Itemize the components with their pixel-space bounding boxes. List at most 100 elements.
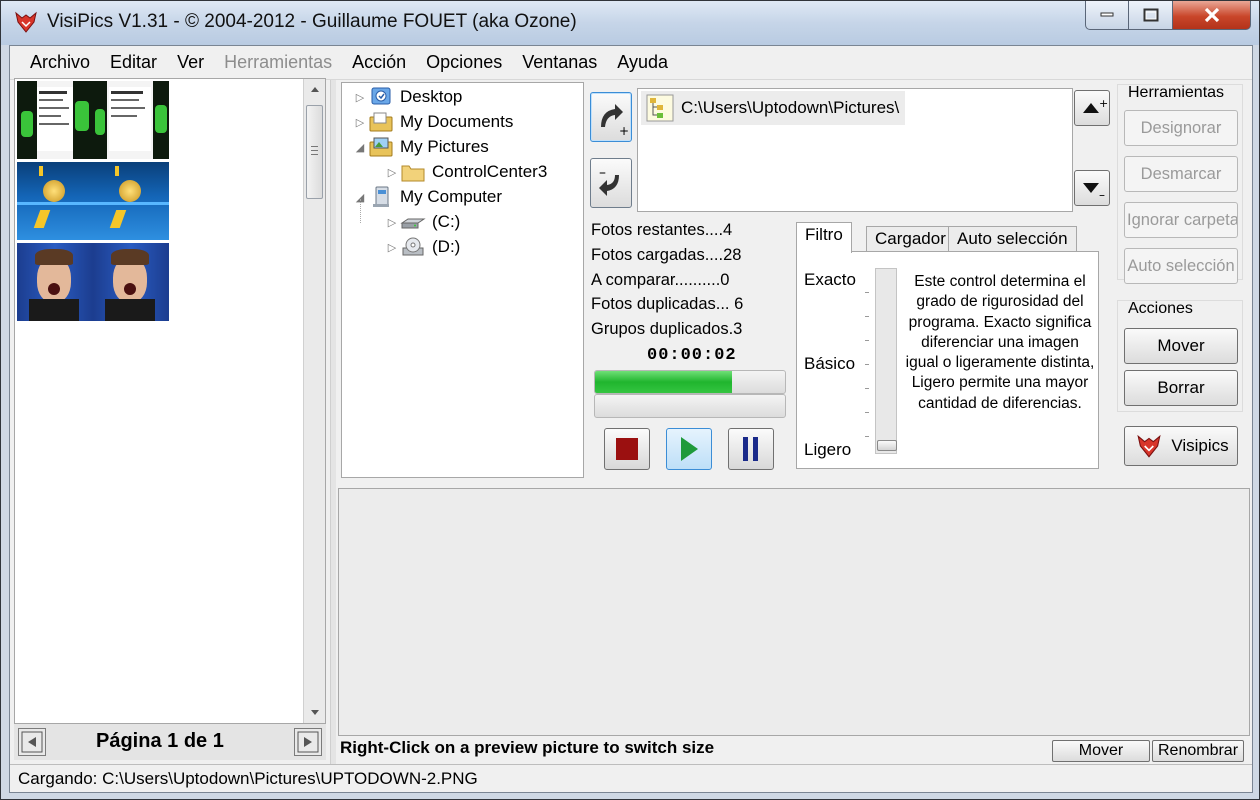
loading-progress-fill — [595, 371, 732, 393]
thumbnail-image[interactable] — [93, 243, 169, 321]
visipics-logo-icon — [1137, 434, 1161, 458]
strictness-slider-track[interactable] — [875, 268, 897, 454]
expand-icon[interactable]: ▷ — [384, 241, 400, 254]
menu-ayuda[interactable]: Ayuda — [607, 52, 678, 73]
loading-progress-bar — [594, 370, 786, 394]
scroll-down-icon[interactable] — [310, 709, 320, 717]
preview-mover-button[interactable]: Mover — [1052, 740, 1150, 762]
thumbnail-image[interactable] — [93, 81, 169, 159]
tree-item-my-pictures[interactable]: ◢ My Pictures — [352, 135, 489, 159]
move-folder-up-button[interactable]: + — [1074, 90, 1110, 126]
thumbnail-pair[interactable] — [17, 162, 169, 240]
app-window: VisiPics V1.31 - © 2004-2012 - Guillaume… — [0, 0, 1260, 800]
tree-item-my-documents[interactable]: ▷ My Documents — [352, 110, 513, 134]
scrollbar-thumb[interactable] — [306, 105, 323, 199]
move-folder-down-button[interactable]: – — [1074, 170, 1110, 206]
play-button[interactable] — [666, 428, 712, 470]
panel-splitter[interactable] — [330, 80, 336, 766]
thumbnail-image[interactable] — [93, 162, 169, 240]
menu-archivo[interactable]: Archivo — [20, 52, 100, 73]
tree-item-drive-c[interactable]: ▷ (C:) — [384, 210, 461, 234]
filtro-panel: Exacto Básico Ligero Este control determ… — [796, 251, 1099, 469]
tree-item-label: My Documents — [400, 112, 514, 131]
thumbnail-image[interactable] — [17, 162, 93, 240]
title-bar[interactable]: VisiPics V1.31 - © 2004-2012 - Guillaume… — [1, 1, 1259, 45]
expand-icon[interactable]: ▷ — [384, 216, 400, 229]
thumbnail-image[interactable] — [17, 243, 93, 321]
collapse-icon[interactable]: ◢ — [352, 141, 368, 154]
menu-ventanas[interactable]: Ventanas — [512, 52, 607, 73]
folder-entry[interactable]: C:\Users\Uptodown\Pictures\ — [641, 91, 906, 125]
tree-item-controlcenter3[interactable]: ▷ ControlCenter3 — [384, 160, 547, 184]
strictness-slider-thumb[interactable] — [877, 440, 897, 451]
add-folder-button[interactable]: + — [590, 92, 632, 142]
scroll-up-icon[interactable] — [310, 85, 320, 93]
thumbnails-scrollbar[interactable] — [303, 79, 325, 723]
designorar-button[interactable]: Designorar — [1124, 110, 1238, 146]
level-basico: Básico — [804, 354, 856, 373]
tree-item-label: Desktop — [400, 87, 463, 106]
svg-text:–: – — [1099, 188, 1105, 202]
level-ligero: Ligero — [804, 440, 852, 459]
thumbnail-pair[interactable] — [17, 81, 169, 159]
stop-icon — [616, 438, 638, 460]
optical-drive-icon — [402, 237, 424, 256]
folder-list[interactable]: C:\Users\Uptodown\Pictures\ — [637, 88, 1073, 212]
page-indicator: Página 1 de 1 — [96, 730, 224, 752]
preview-area[interactable] — [338, 488, 1250, 736]
visipics-button-label: Visipics — [1171, 436, 1229, 455]
menu-bar: Archivo Editar Ver Herramientas Acción O… — [10, 46, 1252, 80]
expand-icon[interactable]: ▷ — [352, 116, 368, 129]
tree-item-my-computer[interactable]: ◢ My Computer — [352, 185, 502, 209]
next-page-icon — [297, 731, 319, 753]
add-folder-arrow-icon: + — [601, 104, 629, 138]
folder-tree[interactable]: ▷ Desktop ▷ My Documents ◢ My Pictures ▷… — [341, 82, 584, 478]
filtro-description: Este control determina el grado de rigur… — [905, 273, 1095, 412]
thumbnail-pair[interactable] — [17, 243, 169, 321]
renombrar-button[interactable]: Renombrar — [1152, 740, 1244, 762]
auto-seleccion-button[interactable]: Auto selección — [1124, 248, 1238, 284]
stop-button[interactable] — [604, 428, 650, 470]
tree-item-desktop[interactable]: ▷ Desktop — [352, 85, 463, 109]
pictures-folder-icon — [369, 137, 393, 157]
thumbnail-panel[interactable] — [14, 78, 326, 724]
maximize-icon — [1143, 8, 1158, 22]
tree-item-drive-d[interactable]: ▷ (D:) — [384, 235, 461, 259]
expand-icon[interactable]: ▷ — [352, 91, 368, 104]
pause-button[interactable] — [728, 428, 774, 470]
thumbnail-image[interactable] — [17, 81, 93, 159]
folder-icon — [401, 165, 425, 182]
svg-text:+: + — [619, 124, 629, 138]
menu-accion[interactable]: Acción — [342, 52, 416, 73]
compare-progress-bar — [594, 394, 786, 418]
tab-auto-seleccion[interactable]: Auto selección — [948, 226, 1077, 252]
minimize-button[interactable] — [1085, 1, 1129, 30]
level-exacto: Exacto — [804, 270, 856, 289]
expand-icon[interactable]: ▷ — [384, 166, 400, 179]
computer-icon — [373, 186, 389, 207]
visipics-fox-icon — [15, 11, 37, 33]
next-page-button[interactable] — [294, 728, 322, 756]
remove-folder-arrow-icon: – — [599, 165, 619, 196]
remove-folder-button[interactable]: – — [590, 158, 632, 208]
desmarcar-button[interactable]: Desmarcar — [1124, 156, 1238, 192]
tab-filtro[interactable]: Filtro — [796, 222, 852, 253]
stat-fotos-restantes: Fotos restantes....4 — [591, 221, 733, 239]
menu-ver[interactable]: Ver — [167, 52, 214, 73]
menu-editar[interactable]: Editar — [100, 52, 167, 73]
tab-cargador[interactable]: Cargador — [866, 226, 955, 252]
close-icon — [1204, 7, 1219, 23]
folder-tree-icon — [646, 94, 674, 122]
hard-drive-icon — [400, 218, 426, 229]
menu-opciones[interactable]: Opciones — [416, 52, 512, 73]
desktop-icon — [371, 87, 391, 105]
previous-page-button[interactable] — [18, 728, 46, 756]
maximize-button[interactable] — [1129, 1, 1173, 30]
tree-item-label: ControlCenter3 — [432, 162, 548, 181]
visipics-button[interactable]: Visipics — [1124, 426, 1238, 466]
ignorar-carpeta-button[interactable]: Ignorar carpeta — [1124, 202, 1238, 238]
window-title: VisiPics V1.31 - © 2004-2012 - Guillaume… — [47, 11, 577, 32]
close-button[interactable] — [1173, 1, 1251, 30]
mover-button[interactable]: Mover — [1124, 328, 1238, 364]
borrar-button[interactable]: Borrar — [1124, 370, 1238, 406]
